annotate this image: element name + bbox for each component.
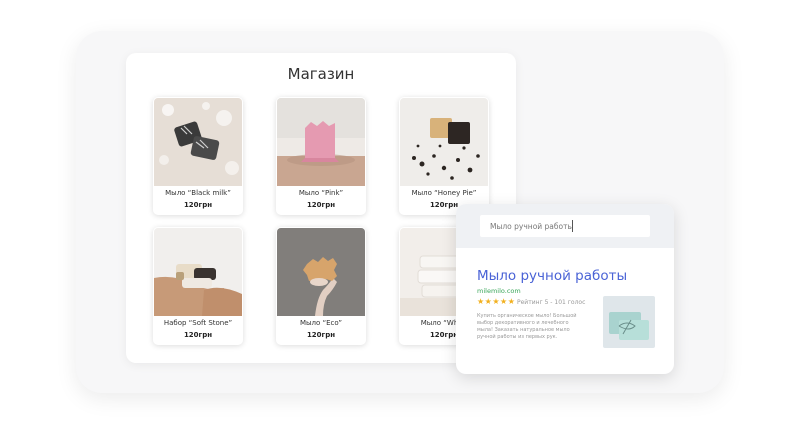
result-description: Купить органическое мыло! Большой выбор …	[477, 313, 577, 340]
product-price: 120грн	[183, 331, 213, 339]
product-card[interactable]: Мыло “Honey Pie” 120грн	[399, 97, 489, 215]
product-name: Мыло “Black milk”	[165, 189, 231, 197]
product-name: Набор “Soft Stone”	[163, 319, 233, 327]
product-price: 120грн	[306, 331, 336, 339]
rating-stars-icon: ★★★★★	[477, 297, 516, 306]
text-caret	[572, 220, 573, 232]
product-name: Мыло “Pink”	[298, 189, 344, 197]
product-photo	[154, 228, 242, 316]
result-thumbnail	[603, 296, 655, 348]
product-photo	[400, 98, 488, 186]
product-price: 120грн	[306, 201, 336, 209]
search-result-popup: Мыло ручной работы milemilo.com ★★★★★ Ре…	[456, 204, 674, 374]
product-card[interactable]: Мыло “Black milk” 120грн	[153, 97, 243, 215]
result-title-link[interactable]: Мыло ручной работы	[477, 268, 627, 284]
product-photo	[154, 98, 242, 186]
product-price: 120грн	[183, 201, 213, 209]
product-card[interactable]: Набор “Soft Stone” 120грн	[153, 227, 243, 345]
product-photo	[277, 228, 365, 316]
product-card[interactable]: Мыло “Eco” 120грн	[276, 227, 366, 345]
rating-text: Рейтинг 5 - 101 голос	[517, 299, 586, 306]
product-photo	[277, 98, 365, 186]
product-name: Мыло “Eco”	[299, 319, 343, 327]
product-card[interactable]: Мыло “Pink” 120грн	[276, 97, 366, 215]
result-url[interactable]: milemilo.com	[477, 287, 521, 295]
search-input[interactable]	[480, 215, 650, 237]
shop-title: Магазин	[287, 65, 355, 83]
product-name: Мыло “Honey Pie”	[411, 189, 477, 197]
